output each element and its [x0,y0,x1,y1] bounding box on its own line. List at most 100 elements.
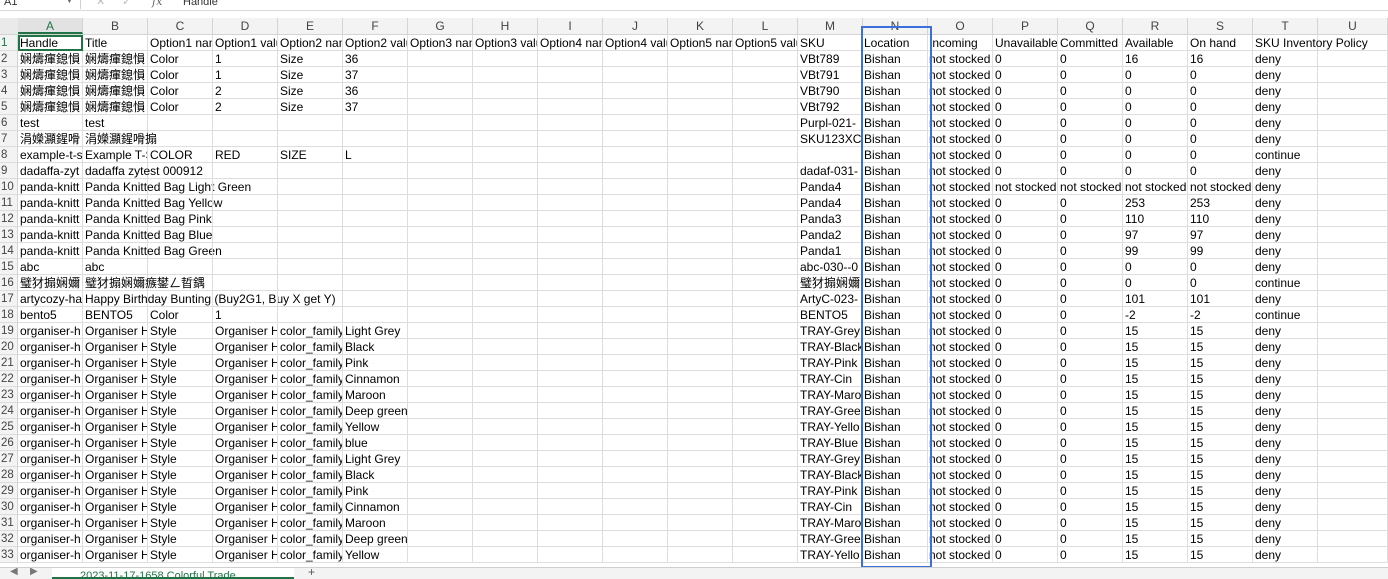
cell-o31[interactable]: not stocked [928,515,993,531]
cell-u28[interactable] [1318,467,1388,483]
cell-t7[interactable]: deny [1253,131,1318,147]
cell-n1[interactable]: Location [863,35,928,51]
cell-c24[interactable]: Style [148,403,213,419]
cell-s13[interactable]: 97 [1188,227,1253,243]
cell-o9[interactable]: not stocked [928,163,993,179]
cell-e13[interactable] [278,227,343,243]
cell-a22[interactable]: organiser-h [18,371,83,387]
cell-b26[interactable]: Organiser H [83,435,148,451]
cell-j6[interactable] [603,115,668,131]
cell-q16[interactable]: 0 [1058,275,1123,291]
cell-h7[interactable] [473,131,538,147]
cell-f28[interactable]: Black [343,467,408,483]
cell-c20[interactable]: Style [148,339,213,355]
cell-a29[interactable]: organiser-h [18,483,83,499]
cell-s11[interactable]: 253 [1188,195,1253,211]
cell-i25[interactable] [538,419,603,435]
cell-e9[interactable] [278,163,343,179]
cell-m12[interactable]: Panda3 [798,211,863,227]
cell-u20[interactable] [1318,339,1388,355]
cell-p11[interactable]: 0 [993,195,1058,211]
cell-u16[interactable] [1318,275,1388,291]
cell-r11[interactable]: 253 [1123,195,1188,211]
cell-j25[interactable] [603,419,668,435]
cell-u9[interactable] [1318,163,1388,179]
cell-c8[interactable]: COLOR [148,147,213,163]
cell-p18[interactable]: 0 [993,307,1058,323]
column-header-r[interactable]: R [1123,18,1188,34]
cell-u15[interactable] [1318,259,1388,275]
column-header-j[interactable]: J [603,18,668,34]
row-header[interactable]: 4 [0,83,18,99]
column-header-t[interactable]: T [1253,18,1318,34]
cell-k23[interactable] [668,387,733,403]
cell-e6[interactable] [278,115,343,131]
cell-q4[interactable]: 0 [1058,83,1123,99]
cell-a7[interactable]: 涓嬫灦鍟嗗 [18,131,83,147]
cell-b6[interactable]: test [83,115,148,131]
cell-g20[interactable] [408,339,473,355]
column-header-b[interactable]: B [83,18,148,34]
cell-p23[interactable]: 0 [993,387,1058,403]
cell-b4[interactable]: 娴燽瘒鎴愪 [83,83,148,99]
cell-t14[interactable]: deny [1253,243,1318,259]
cell-r24[interactable]: 15 [1123,403,1188,419]
cell-i24[interactable] [538,403,603,419]
cell-f15[interactable] [343,259,408,275]
cell-s31[interactable]: 15 [1188,515,1253,531]
cell-f8[interactable]: L [343,147,408,163]
cell-p29[interactable]: 0 [993,483,1058,499]
cell-l24[interactable] [733,403,798,419]
cell-c29[interactable]: Style [148,483,213,499]
cell-l9[interactable] [733,163,798,179]
cell-p27[interactable]: 0 [993,451,1058,467]
cell-g17[interactable] [408,291,473,307]
cell-j16[interactable] [603,275,668,291]
cell-g22[interactable] [408,371,473,387]
cell-l10[interactable] [733,179,798,195]
cell-q29[interactable]: 0 [1058,483,1123,499]
cell-h32[interactable] [473,531,538,547]
cell-u22[interactable] [1318,371,1388,387]
cell-k18[interactable] [668,307,733,323]
column-header-h[interactable]: H [473,18,538,34]
cancel-icon[interactable]: ✕ [96,0,105,9]
cell-g15[interactable] [408,259,473,275]
cell-f25[interactable]: Yellow [343,419,408,435]
cell-h28[interactable] [473,467,538,483]
cell-b3[interactable]: 娴燽瘒鎴愪 [83,67,148,83]
cell-s3[interactable]: 0 [1188,67,1253,83]
cell-j11[interactable] [603,195,668,211]
cell-p17[interactable]: 0 [993,291,1058,307]
cell-i16[interactable] [538,275,603,291]
cell-i2[interactable] [538,51,603,67]
cell-o27[interactable]: not stocked [928,451,993,467]
cell-o14[interactable]: not stocked [928,243,993,259]
cell-d28[interactable]: Organiser H [213,467,278,483]
cell-s2[interactable]: 16 [1188,51,1253,67]
cell-j2[interactable] [603,51,668,67]
cell-f30[interactable]: Cinnamon [343,499,408,515]
cell-d22[interactable]: Organiser H [213,371,278,387]
cell-e33[interactable]: color_family [278,547,343,563]
cell-b8[interactable]: Example T-Shirt [83,147,148,163]
cell-h8[interactable] [473,147,538,163]
cell-j15[interactable] [603,259,668,275]
cell-e31[interactable]: color_family [278,515,343,531]
cell-h10[interactable] [473,179,538,195]
cell-s14[interactable]: 99 [1188,243,1253,259]
cell-s9[interactable]: 0 [1188,163,1253,179]
cell-q12[interactable]: 0 [1058,211,1123,227]
cell-s21[interactable]: 15 [1188,355,1253,371]
cell-k15[interactable] [668,259,733,275]
cell-g7[interactable] [408,131,473,147]
cell-h24[interactable] [473,403,538,419]
cell-s27[interactable]: 15 [1188,451,1253,467]
cell-c2[interactable]: Color [148,51,213,67]
cell-g9[interactable] [408,163,473,179]
row-header[interactable]: 22 [0,371,18,387]
cell-k12[interactable] [668,211,733,227]
cell-d14[interactable] [213,243,278,259]
cell-u31[interactable] [1318,515,1388,531]
cell-c11[interactable] [148,195,213,211]
